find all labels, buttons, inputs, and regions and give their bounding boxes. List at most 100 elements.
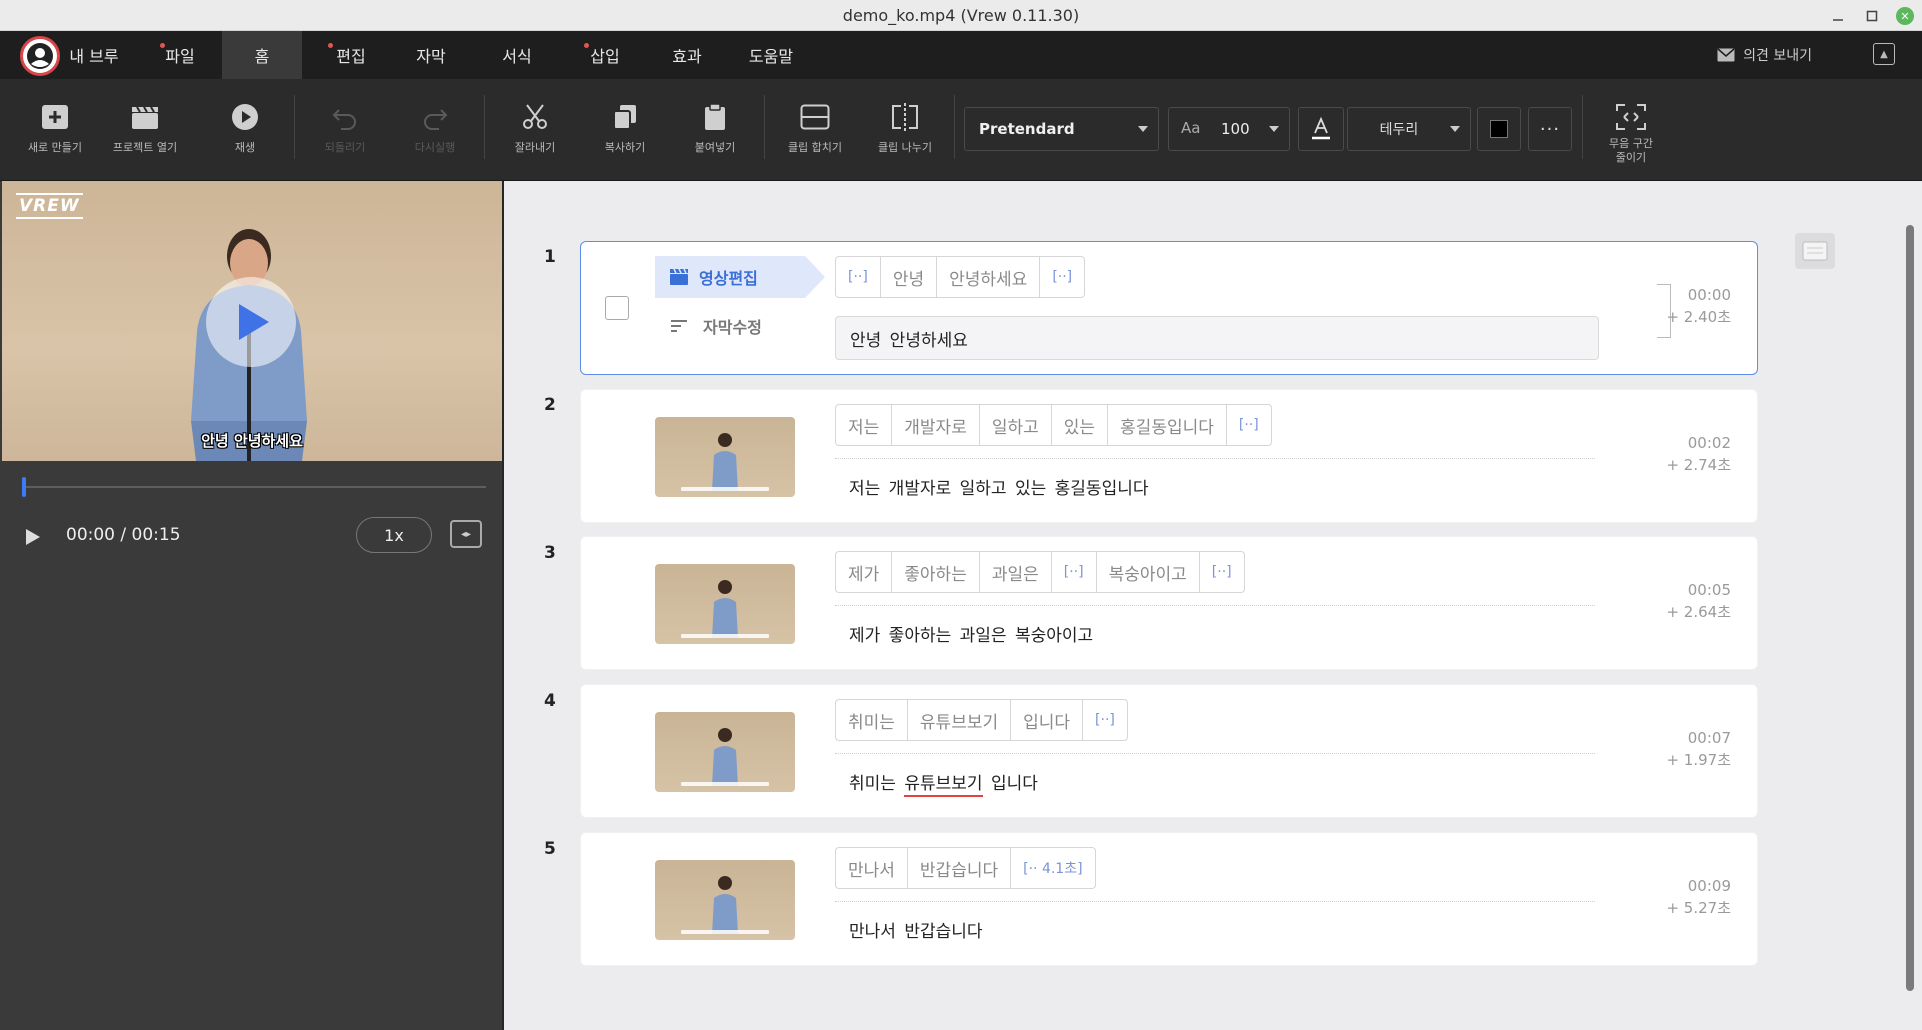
video-preview[interactable]: VREW 안녕 안녕하세요 — [2, 181, 502, 461]
word-chip[interactable]: 유튜브보기 — [906, 699, 1012, 741]
menu-effects[interactable]: 효과 — [652, 31, 722, 79]
menu-format-label: 서식 — [502, 47, 532, 66]
menu-format[interactable]: 서식 — [482, 31, 552, 79]
clip-checkbox[interactable] — [605, 296, 629, 320]
word-chip[interactable]: 제가 — [835, 551, 893, 593]
user-avatar-icon[interactable] — [20, 36, 60, 76]
silence-chip[interactable]: [··] — [835, 256, 881, 298]
minimize-icon[interactable] — [1828, 6, 1848, 26]
new-project-button[interactable]: 새로 만들기 — [10, 101, 100, 155]
word-chip[interactable]: 저는 — [835, 404, 893, 446]
border-color-button[interactable] — [1477, 107, 1521, 151]
silence-chip[interactable]: [··] — [1082, 699, 1128, 741]
menu-help[interactable]: 도움말 — [736, 31, 806, 79]
video-play-icon[interactable] — [206, 277, 296, 367]
cut-button[interactable]: 잘라내기 — [490, 101, 580, 155]
close-icon[interactable]: ✕ — [1896, 7, 1914, 25]
word-chip[interactable]: 과일은 — [978, 551, 1052, 593]
word-chip[interactable]: 좋아하는 — [891, 551, 980, 593]
menu-home[interactable]: 홈 — [222, 31, 302, 79]
menu-file[interactable]: 파일 — [150, 31, 210, 79]
clip-thumbnail[interactable] — [655, 860, 795, 940]
word-chip[interactable]: 취미는 — [835, 699, 908, 741]
word-chip[interactable]: 안녕 — [879, 256, 938, 298]
word-chip[interactable]: 복숭아이고 — [1095, 551, 1200, 593]
word-chip[interactable]: 안녕하세요 — [936, 256, 1041, 298]
play-button[interactable]: 재생 — [200, 101, 290, 155]
open-project-label: 프로젝트 열기 — [112, 141, 178, 154]
reduce-silence-button[interactable]: 무음 구간 줄이기 — [1586, 101, 1676, 165]
paste-button[interactable]: 붙여넣기 — [670, 101, 760, 155]
menu-edit[interactable]: 편집 — [316, 31, 386, 79]
font-family-select[interactable]: Pretendard — [964, 107, 1159, 151]
clip-row[interactable]: 저는 개발자로 일하고 있는 홍길동입니다 [··] 저는 개발자로 일하고 있… — [580, 389, 1758, 523]
maximize-icon[interactable] — [1862, 6, 1882, 26]
clip-duration: + 2.74초 — [1666, 456, 1731, 474]
clip-row[interactable]: 영상편집 자막수정 [··] 안녕 안녕하세요 [··] 안녕 안녕하세요 00… — [580, 241, 1758, 375]
silence-chip[interactable]: [··] — [1225, 404, 1272, 446]
speaker-thumbnail-figure — [712, 876, 738, 934]
playback-speed-button[interactable]: 1x — [356, 517, 432, 553]
video-edit-tab[interactable]: 영상편집 — [655, 256, 825, 298]
silence-chip[interactable]: [··] — [1039, 256, 1086, 298]
border-style-value: 테두리 — [1379, 122, 1419, 138]
clip-row[interactable]: 취미는 유튜브보기 입니다 [··] 취미는 유튜브보기 입니다 00:07 +… — [580, 684, 1758, 818]
comment-icon[interactable] — [1795, 233, 1835, 269]
merge-icon — [799, 101, 831, 133]
play-circle-icon — [229, 101, 261, 133]
fit-screen-icon[interactable]: ◂▸ — [450, 520, 482, 548]
subtitle-text[interactable]: 만나서 반갑습니다 — [849, 917, 983, 942]
word-chip[interactable]: 입니다 — [1010, 699, 1084, 741]
word-chip[interactable]: 홍길동입니다 — [1107, 404, 1227, 446]
subtitle-input[interactable]: 안녕 안녕하세요 — [835, 316, 1599, 360]
vertical-scrollbar[interactable] — [1906, 225, 1914, 991]
text-color-button[interactable] — [1298, 107, 1344, 151]
spellcheck-flagged-word[interactable]: 유튜브보기 — [904, 774, 983, 797]
clip-thumbnail[interactable] — [655, 712, 795, 792]
undo-button[interactable]: 되돌리기 — [300, 101, 390, 155]
clip-thumbnail[interactable] — [655, 564, 795, 644]
toolbar-divider — [764, 95, 765, 159]
word-chips: 만나서 반갑습니다 [·· 4.1초] — [835, 847, 1096, 889]
subtitle-lines-icon — [671, 320, 687, 332]
word-chip[interactable]: 만나서 — [835, 847, 908, 889]
menu-subtitle[interactable]: 자막 — [396, 31, 466, 79]
subtitle-edit-tab[interactable]: 자막수정 — [669, 314, 762, 338]
silence-chip[interactable]: [··] — [1050, 551, 1097, 593]
copy-button[interactable]: 복사하기 — [580, 101, 670, 155]
chevron-down-icon — [1269, 126, 1279, 132]
more-options-icon[interactable]: ··· — [1528, 107, 1572, 151]
font-size-select[interactable]: Aa 100 — [1168, 107, 1290, 151]
clip-timing: 00:09 + 5.27초 — [1666, 875, 1731, 919]
feedback-button[interactable]: 의견 보내기 — [1717, 31, 1812, 79]
subtitle-divider — [835, 753, 1595, 754]
split-clip-button[interactable]: 클립 나누기 — [860, 101, 950, 155]
menu-user[interactable]: 내 브루 — [64, 31, 124, 79]
open-project-button[interactable]: 프로젝트 열기 — [100, 101, 190, 155]
play-icon[interactable] — [24, 527, 42, 547]
subtitle-text[interactable]: 저는 개발자로 일하고 있는 홍길동입니다 — [849, 474, 1149, 499]
menu-edit-label: 편집 — [336, 47, 366, 66]
silence-chip[interactable]: [··] — [1198, 551, 1245, 593]
subtitle-text[interactable]: 취미는 유튜브보기 입니다 — [849, 769, 1038, 797]
word-chip[interactable]: 개발자로 — [891, 404, 980, 446]
thumbnail-subtitle-bar — [681, 634, 769, 638]
clip-thumbnail[interactable] — [655, 417, 795, 497]
playhead-handle[interactable] — [22, 477, 26, 497]
word-chip[interactable]: 일하고 — [978, 404, 1052, 446]
word-chip[interactable]: 반갑습니다 — [906, 847, 1012, 889]
silence-chip[interactable]: [·· 4.1초] — [1010, 847, 1096, 889]
collapse-toolbar-icon[interactable]: ▲ — [1873, 43, 1895, 65]
border-style-select[interactable]: 테두리 — [1347, 107, 1471, 151]
subtitle-text[interactable]: 제가 좋아하는 과일은 복숭아이고 — [849, 621, 1093, 646]
timeline-scrubber[interactable] — [22, 477, 486, 497]
color-swatch — [1490, 120, 1508, 138]
clip-row[interactable]: 제가 좋아하는 과일은 [··] 복숭아이고 [··] 제가 좋아하는 과일은 … — [580, 536, 1758, 670]
merge-clip-button[interactable]: 클립 합치기 — [770, 101, 860, 155]
redo-button[interactable]: 다시실행 — [390, 101, 480, 155]
clip-row[interactable]: 만나서 반갑습니다 [·· 4.1초] 만나서 반갑습니다 00:09 + 5.… — [580, 832, 1758, 966]
menu-insert[interactable]: 삽입 — [570, 31, 640, 79]
speaker-thumbnail-figure — [712, 433, 738, 491]
clip-timing: 00:05 + 2.64초 — [1666, 579, 1731, 623]
word-chip[interactable]: 있는 — [1050, 404, 1109, 446]
